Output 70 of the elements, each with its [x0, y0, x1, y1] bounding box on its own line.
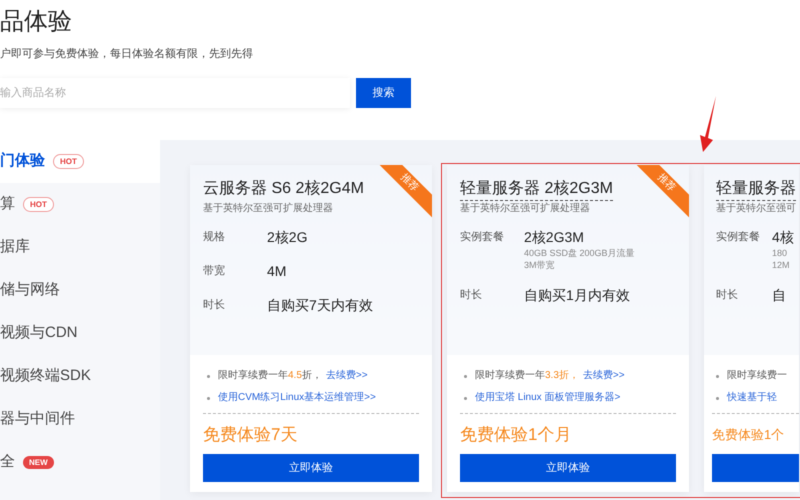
spec-label: 规格 [203, 230, 226, 245]
search-button[interactable]: 搜索 [356, 78, 411, 108]
category-label: 据库 [0, 237, 30, 258]
promo-text: 限时享续费一年 [218, 369, 288, 383]
card-subtitle: 基于英特尔至强可扩展处理器 [203, 203, 334, 215]
trial-text: 免费体验1个月 [460, 424, 572, 446]
bullet-icon [464, 396, 467, 400]
sidebar-item[interactable]: 器与中间件 [0, 398, 160, 441]
bullet-icon [716, 396, 719, 400]
page-subtitle: 户即可参与免费体验，每日体验名额有限，先到先得 [0, 46, 254, 62]
promo-text: 折， [302, 369, 322, 383]
sidebar-item[interactable]: 全 NEW [0, 441, 160, 484]
spec-value: 自购买7天内有效 [267, 296, 373, 315]
promo-link[interactable]: 使用宝塔 Linux 面板管理服务器> [475, 391, 620, 405]
bullet-icon [716, 374, 719, 378]
try-now-button[interactable]: 立即体验 [203, 454, 419, 482]
card-title[interactable]: 轻量服务器 [716, 178, 796, 201]
try-now-button[interactable]: 立即体验 [460, 454, 676, 482]
spec-label: 实例套餐 [460, 230, 505, 245]
spec-note: 12M [772, 259, 791, 271]
bullet-icon [207, 396, 210, 400]
spec-label: 时长 [203, 298, 226, 313]
tag-badge: HOT [53, 154, 84, 169]
card-title[interactable]: 云服务器 S6 2核2G4M [203, 178, 364, 200]
bullet-icon [464, 374, 467, 378]
sidebar-item[interactable]: 据库 [0, 226, 160, 269]
spec-value: 2核2G3M [524, 228, 585, 247]
spec-label: 时长 [460, 288, 483, 303]
spec-label: 实例套餐 [716, 230, 761, 245]
discount-text: 3.3折， [545, 369, 579, 383]
card-subtitle: 基于英特尔至强可扩展处理器 [460, 203, 591, 215]
sidebar-item[interactable]: 门体验 HOT [0, 140, 160, 183]
spec-value: 自 [772, 286, 786, 305]
sidebar-item[interactable]: 算 HOT [0, 183, 160, 226]
category-label: 视频与CDN [0, 323, 78, 344]
sidebar-item[interactable]: 储与网络 [0, 269, 160, 312]
tag-badge: NEW [23, 456, 54, 469]
tag-badge: HOT [23, 197, 54, 212]
promo-link[interactable]: 使用CVM练习Linux基本运维管理>> [218, 391, 376, 405]
category-label: 储与网络 [0, 280, 60, 300]
trial-text: 免费体验1个 [712, 426, 786, 444]
sidebar-item[interactable]: 视频与CDN [0, 312, 160, 355]
search-field[interactable]: 输入商品名称 [0, 78, 350, 108]
trial-text: 免费体验7天 [203, 424, 298, 446]
category-label: 器与中间件 [0, 409, 75, 430]
category-label: 视频终端SDK [0, 366, 91, 386]
spec-value: 4核 [772, 228, 794, 247]
promo-text: 限时享续费一 [727, 369, 787, 383]
sidebar-item[interactable]: 视频终端SDK [0, 355, 160, 398]
category-label: 全 [0, 452, 15, 472]
spec-label: 带宽 [203, 264, 226, 279]
page-title: 品体验 [0, 7, 73, 37]
promo-link[interactable]: 去续费>> [582, 369, 625, 383]
spec-value: 自购买1月内有效 [524, 286, 630, 305]
promo-link[interactable]: 快速基于轻 [727, 391, 777, 405]
spec-note: 3M带宽 [524, 259, 556, 271]
discount-text: 4.5 [288, 369, 302, 383]
spec-value: 2核2G [267, 228, 308, 247]
bullet-icon [207, 374, 210, 378]
category-label: 算 [0, 194, 15, 214]
category-label: 门体验 [0, 151, 45, 172]
card-subtitle: 基于英特尔至强可 [716, 203, 797, 215]
card-title[interactable]: 轻量服务器 2核2G3M [460, 178, 613, 201]
spec-note: 40GB SSD盘 200GB月流量 [524, 247, 635, 259]
spec-note: 180 [772, 247, 788, 259]
try-now-button[interactable] [712, 454, 799, 482]
spec-value: 4M [267, 262, 286, 281]
spec-label: 时长 [716, 288, 739, 303]
promo-text: 限时享续费一年 [475, 369, 545, 383]
promo-link[interactable]: 去续费>> [326, 369, 368, 383]
